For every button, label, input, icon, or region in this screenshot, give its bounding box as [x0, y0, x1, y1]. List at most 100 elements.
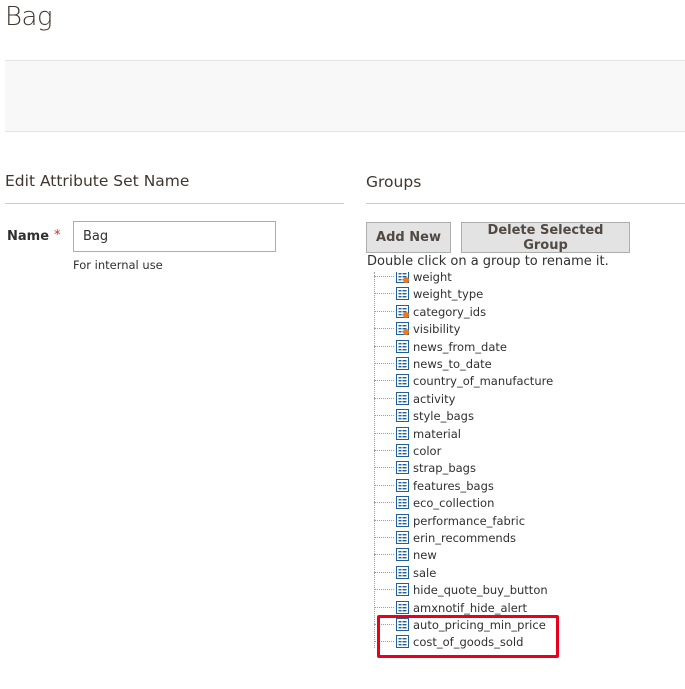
attribute-icon — [396, 531, 409, 544]
attribute-icon — [396, 409, 409, 423]
tree-node[interactable]: weight — [374, 272, 452, 285]
attribute-icon — [396, 461, 409, 475]
tree-node-label: material — [413, 426, 461, 441]
groups-section-divider — [366, 203, 685, 204]
attribute-icon — [396, 513, 409, 527]
edit-section-divider — [5, 203, 344, 204]
tree-node[interactable]: amxnotif_hide_alert — [374, 599, 527, 616]
tree-branch-line — [374, 502, 394, 504]
tree-node[interactable]: performance_fabric — [374, 512, 525, 529]
tree-node[interactable]: country_of_manufacture — [374, 372, 553, 389]
tree-node-label: sale — [413, 565, 437, 580]
tree-node-label: features_bags — [413, 478, 494, 493]
required-mark: * — [54, 228, 61, 243]
tree-node[interactable]: category_ids — [374, 303, 486, 320]
tree-branch-line — [374, 363, 394, 364]
tree-node-label: color — [413, 444, 442, 458]
attribute-icon — [396, 496, 409, 510]
tree-branch-line — [374, 345, 394, 347]
tree-branch-line — [374, 293, 394, 295]
name-label: Name — [7, 229, 50, 244]
attribute-group-tree: weight weight_type category_ids visibility n… — [374, 272, 674, 660]
edit-attribute-set-title: Edit Attribute Set Name — [5, 172, 190, 190]
attribute-icon — [396, 618, 409, 631]
tree-node-label: news_to_date — [413, 357, 492, 371]
tree-node[interactable]: auto_pricing_min_price — [374, 616, 546, 633]
tree-branch-line — [374, 397, 394, 399]
tree-node[interactable]: features_bags — [374, 477, 494, 494]
tree-node[interactable]: eco_collection — [374, 494, 494, 511]
attribute-icon — [396, 287, 409, 301]
tree-node-label: strap_bags — [413, 461, 476, 476]
name-field-note: For internal use — [73, 258, 163, 272]
tree-node-label: activity — [413, 391, 456, 406]
tree-branch-line — [374, 328, 394, 330]
attribute-icon — [396, 583, 409, 597]
tree-node-label: erin_recommends — [413, 531, 517, 545]
tree-node[interactable]: news_to_date — [374, 355, 492, 372]
attribute-icon — [396, 444, 409, 457]
system-attribute-icon — [396, 322, 409, 336]
attribute-icon — [396, 478, 409, 492]
tree-node[interactable]: strap_bags — [374, 459, 476, 476]
tree-branch-line — [374, 606, 394, 608]
attribute-icon — [396, 391, 409, 405]
tree-node[interactable]: style_bags — [374, 407, 474, 424]
tree-node-label: hide_quote_buy_button — [413, 583, 548, 598]
tree-node-label: category_ids — [413, 304, 487, 319]
attribute-icon — [396, 374, 409, 388]
tree-node[interactable]: material — [374, 425, 461, 442]
groups-title: Groups — [366, 173, 422, 191]
tree-branch-line — [374, 589, 394, 591]
tree-node-label: amxnotif_hide_alert — [413, 600, 528, 615]
tree-node[interactable]: cost_of_goods_sold — [374, 633, 523, 650]
attribute-icon — [396, 339, 409, 353]
tree-node[interactable]: hide_quote_buy_button — [374, 581, 548, 598]
tree-node-label: new — [413, 548, 437, 563]
attribute-icon — [396, 600, 409, 614]
system-attribute-icon — [396, 272, 409, 283]
tree-node-label: weight — [413, 272, 452, 284]
tree-branch-line — [374, 432, 394, 434]
tree-branch-line — [374, 624, 394, 625]
tree-node[interactable]: visibility — [374, 320, 460, 337]
page-actions-bar — [5, 60, 685, 132]
attribute-icon — [396, 565, 409, 579]
tree-branch-line — [374, 415, 394, 417]
attribute-icon — [396, 635, 409, 649]
tree-node-label: performance_fabric — [413, 513, 526, 528]
attribute-icon — [396, 357, 409, 370]
tree-branch-line — [374, 571, 394, 573]
tree-node-label: cost_of_goods_sold — [413, 635, 524, 650]
tree-branch-line — [374, 554, 394, 556]
tree-node-label: visibility — [413, 322, 461, 337]
tree-branch-line — [374, 310, 394, 312]
tree-node[interactable]: news_from_date — [374, 338, 507, 355]
tree-node-label: style_bags — [413, 409, 474, 424]
attribute-icon — [396, 548, 409, 562]
tree-node-label: auto_pricing_min_price — [413, 618, 546, 632]
tree-node-label: eco_collection — [413, 496, 495, 511]
tree-branch-line — [374, 467, 394, 469]
tree-branch-line — [374, 484, 394, 486]
page-title: Bag — [5, 2, 53, 32]
tree-node[interactable]: activity — [374, 390, 455, 407]
system-attribute-icon — [396, 304, 409, 318]
tree-branch-line — [374, 641, 394, 643]
delete-selected-group-button[interactable]: Delete Selected Group — [461, 222, 630, 253]
tree-node-label: country_of_manufacture — [413, 374, 554, 389]
add-new-group-button[interactable]: Add New — [366, 222, 451, 253]
tree-node[interactable]: weight_type — [374, 285, 483, 302]
tree-node[interactable]: erin_recommends — [374, 529, 516, 546]
tree-node[interactable]: new — [374, 546, 437, 563]
tree-branch-line — [374, 519, 394, 521]
rename-group-hint: Double click on a group to rename it. — [367, 254, 609, 269]
tree-branch-line — [374, 537, 394, 538]
tree-branch-line — [374, 380, 394, 382]
tree-branch-line — [374, 276, 394, 277]
tree-node[interactable]: color — [374, 442, 441, 459]
tree-node-label: weight_type — [413, 287, 484, 302]
attribute-set-name-input[interactable] — [73, 221, 276, 252]
tree-node-label: news_from_date — [413, 339, 507, 354]
tree-node[interactable]: sale — [374, 564, 436, 581]
